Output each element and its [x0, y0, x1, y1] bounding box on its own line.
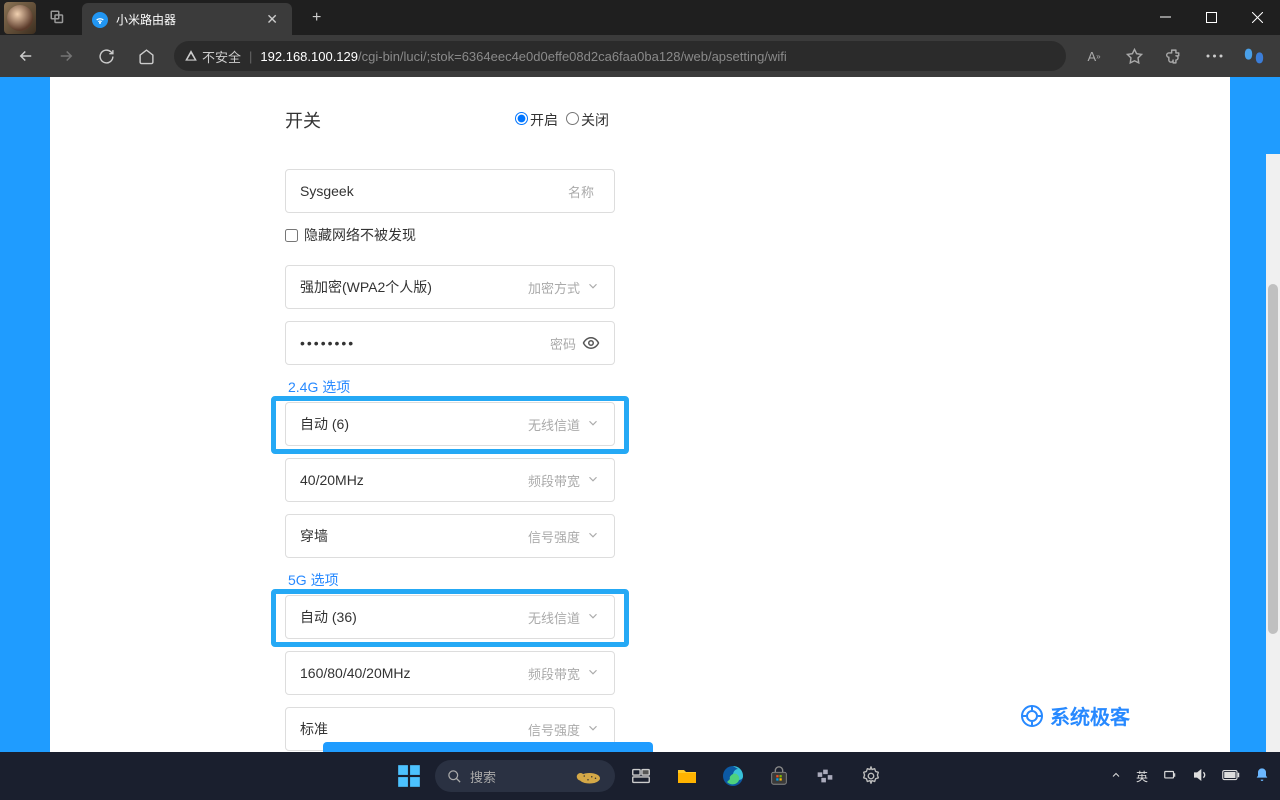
profile-avatar[interactable] [4, 2, 36, 34]
tab-close-icon[interactable]: ✕ [262, 11, 282, 28]
bandwidth-2g-select[interactable]: 40/20MHz 频段带宽 [285, 458, 615, 502]
volume-icon[interactable] [1192, 767, 1208, 786]
bandwidth-5g-select[interactable]: 160/80/40/20MHz 频段带宽 [285, 651, 615, 695]
section-5g-header: 5G 选项 [285, 570, 895, 590]
chevron-down-icon [586, 665, 600, 682]
encryption-select[interactable]: 强加密(WPA2个人版) 加密方式 [285, 265, 615, 309]
cheetah-icon [573, 764, 603, 788]
refresh-button[interactable] [88, 38, 124, 74]
maximize-button[interactable] [1188, 0, 1234, 35]
store-icon[interactable] [759, 756, 799, 796]
address-bar[interactable]: 不安全 | 192.168.100.129/cgi-bin/luci/;stok… [174, 41, 1066, 71]
scrollbar[interactable] [1266, 154, 1280, 752]
back-button[interactable] [8, 38, 44, 74]
task-view-icon[interactable] [621, 756, 661, 796]
submit-button-partial[interactable] [323, 742, 653, 752]
settings-panel: 开关 开启 关闭 Sysgeek 名称 隐藏网络不被发现 强加密(WPA2个人版… [50, 77, 1230, 752]
extensions-icon[interactable] [1156, 38, 1192, 74]
chevron-down-icon [586, 472, 600, 489]
channel-2g-select[interactable]: 自动 (6) 无线信道 [285, 402, 615, 446]
read-aloud-icon[interactable]: A» [1076, 38, 1112, 74]
channel-5g-select[interactable]: 自动 (36) 无线信道 [285, 595, 615, 639]
search-input[interactable]: 搜索 [435, 760, 615, 792]
settings-icon[interactable] [851, 756, 891, 796]
favorite-icon[interactable] [1116, 38, 1152, 74]
watermark: 系统极客 [1020, 701, 1130, 730]
edge-icon[interactable] [713, 756, 753, 796]
workspaces-icon[interactable] [42, 2, 74, 34]
copilot-icon[interactable] [1236, 38, 1272, 74]
battery-icon[interactable] [1222, 769, 1240, 784]
watermark-icon [1020, 704, 1044, 728]
radio-off[interactable]: 关闭 [566, 110, 609, 130]
forward-button [48, 38, 84, 74]
minimize-button[interactable] [1142, 0, 1188, 35]
insecure-icon: 不安全 [184, 47, 241, 66]
url-text: 192.168.100.129/cgi-bin/luci/;stok=6364e… [260, 49, 786, 64]
tray-chevron-icon[interactable] [1110, 769, 1122, 784]
chevron-down-icon [586, 416, 600, 433]
new-tab-button[interactable]: + [304, 5, 329, 31]
tab-title: 小米路由器 [116, 11, 262, 28]
app-icon[interactable] [805, 756, 845, 796]
ssid-input[interactable]: Sysgeek 名称 [285, 169, 615, 213]
ime-indicator[interactable]: 英 [1136, 768, 1148, 785]
switch-label: 开关 [285, 107, 515, 133]
home-button[interactable] [128, 38, 164, 74]
start-button[interactable] [389, 756, 429, 796]
chevron-down-icon [586, 721, 600, 738]
explorer-icon[interactable] [667, 756, 707, 796]
signal-2g-select[interactable]: 穿墙 信号强度 [285, 514, 615, 558]
browser-tab[interactable]: 小米路由器 ✕ [82, 3, 292, 36]
security-label: 不安全 [202, 47, 241, 66]
notification-icon[interactable] [1254, 767, 1270, 786]
wifi-icon [92, 12, 108, 28]
chevron-down-icon [586, 609, 600, 626]
chevron-down-icon [586, 528, 600, 545]
close-window-button[interactable] [1234, 0, 1280, 35]
scroll-thumb[interactable] [1268, 284, 1278, 634]
hide-ssid-checkbox[interactable]: 隐藏网络不被发现 [285, 225, 895, 245]
network-icon[interactable] [1162, 768, 1178, 785]
search-icon [447, 769, 462, 784]
password-input[interactable]: •••••••• 密码 [285, 321, 615, 365]
menu-icon[interactable] [1196, 38, 1232, 74]
eye-icon[interactable] [582, 334, 600, 352]
radio-on[interactable]: 开启 [515, 110, 558, 130]
section-2g-header: 2.4G 选项 [285, 377, 895, 397]
chevron-down-icon [586, 279, 600, 296]
